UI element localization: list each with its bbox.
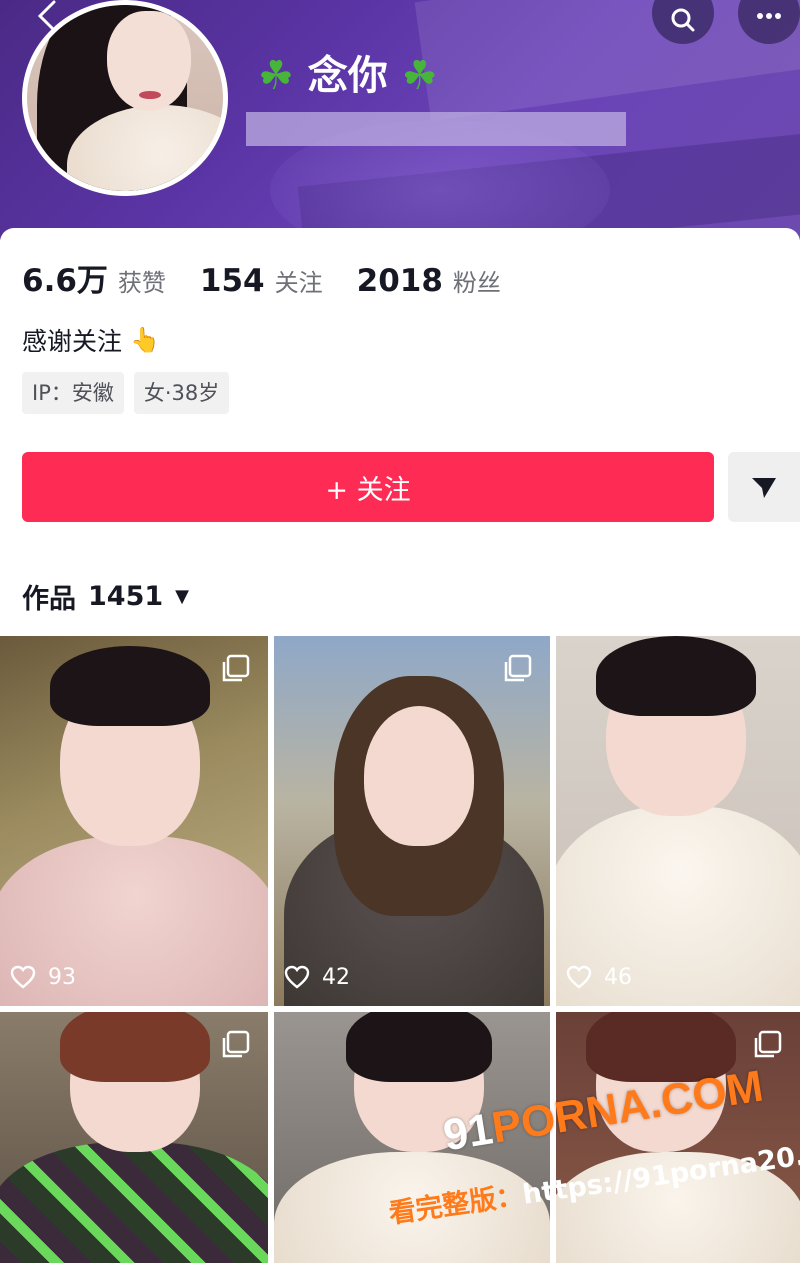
video-thumbnail[interactable] — [0, 1012, 268, 1263]
video-thumbnail[interactable]: 93 — [0, 636, 268, 1006]
recommend-button[interactable] — [728, 452, 800, 522]
bio: 感谢关注 👆 — [22, 322, 160, 358]
bio-text: 感谢关注 — [22, 327, 123, 356]
profile-stats: 6.6万 获赞 154 关注 2018 粉丝 — [22, 255, 535, 305]
more-dots-icon — [757, 13, 781, 19]
like-count: 42 — [284, 964, 350, 990]
search-icon — [671, 8, 695, 32]
stat-label: 关注 — [274, 269, 323, 297]
works-count: 1451 — [88, 580, 164, 612]
user-id-redacted — [246, 112, 626, 146]
nickname-text: 念你 — [307, 53, 388, 99]
clover-icon: ☘ — [401, 53, 438, 99]
multi-photo-icon — [222, 654, 250, 682]
works-label: 作品 — [22, 583, 76, 615]
stat-value: 154 — [199, 263, 265, 299]
stat-following[interactable]: 154 关注 — [200, 263, 323, 299]
multi-photo-icon — [754, 1030, 782, 1058]
video-thumbnail[interactable]: 42 — [274, 636, 550, 1006]
like-count: 93 — [10, 964, 76, 990]
ip-location-tag: IP：安徽 — [22, 372, 124, 414]
like-count-value: 93 — [48, 964, 76, 990]
like-count-value: 46 — [604, 964, 632, 990]
video-thumbnail[interactable]: 46 — [556, 636, 800, 1006]
gender-age-tag: 女·38岁 — [133, 372, 230, 414]
works-tab[interactable]: 作品 1451 ▼ — [22, 576, 189, 616]
avatar[interactable] — [22, 0, 228, 196]
stat-followers[interactable]: 2018 粉丝 — [357, 263, 501, 299]
profile-tags: IP：安徽 女·38岁 — [22, 372, 239, 414]
pointing-hand-icon: 👆 — [130, 326, 160, 354]
stat-value: 6.6万 — [22, 263, 108, 299]
heart-icon — [566, 965, 592, 989]
multi-photo-icon — [504, 654, 532, 682]
heart-icon — [10, 965, 36, 989]
caret-down-icon: ▼ — [175, 585, 189, 607]
stat-label: 粉丝 — [452, 269, 501, 297]
nickname: ☘ 念你 ☘ — [258, 48, 438, 104]
stat-value: 2018 — [356, 263, 443, 299]
stat-label: 获赞 — [117, 269, 166, 297]
clover-icon: ☘ — [258, 53, 294, 99]
stat-likes[interactable]: 6.6万 获赞 — [22, 255, 166, 300]
like-count-value: 42 — [322, 964, 350, 990]
follow-button[interactable]: + 关注 — [22, 452, 714, 522]
like-count: 46 — [566, 964, 632, 990]
send-icon — [752, 478, 776, 498]
watermark-logo-prefix: 91 — [440, 1104, 497, 1161]
heart-icon — [284, 965, 310, 989]
profile-header: ☘ 念你 ☘ — [0, 0, 800, 240]
multi-photo-icon — [222, 1030, 250, 1058]
